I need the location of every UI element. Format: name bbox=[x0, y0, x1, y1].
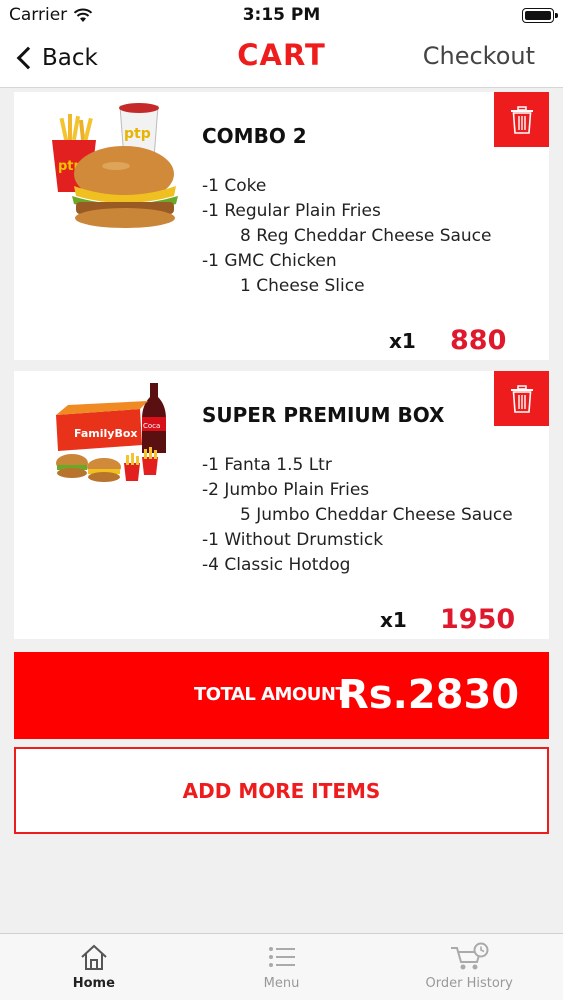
cart-item: Coca FamilyBox SUPER PREMIUM BOX -1 Fant… bbox=[14, 371, 549, 639]
item-name: COMBO 2 bbox=[202, 124, 307, 148]
item-quantity: x1 bbox=[389, 329, 416, 353]
trash-icon bbox=[510, 105, 533, 134]
add-more-items-button[interactable]: ADD MORE ITEMS bbox=[14, 747, 549, 834]
item-detail-line: -1 Coke bbox=[202, 176, 267, 196]
item-price: 1950 bbox=[440, 604, 516, 635]
back-button[interactable]: Back bbox=[14, 40, 98, 76]
combo-2-image: ptp ptp bbox=[52, 103, 178, 228]
item-detail-line: -1 GMC Chicken bbox=[202, 251, 337, 271]
delete-item-button[interactable] bbox=[494, 92, 549, 147]
battery-icon bbox=[522, 7, 558, 23]
tab-order-history[interactable]: Order History bbox=[375, 934, 563, 1000]
wifi-icon bbox=[73, 8, 93, 22]
svg-text:ptp: ptp bbox=[124, 126, 151, 142]
tab-label: Menu bbox=[263, 976, 300, 991]
chevron-left-icon bbox=[16, 46, 40, 70]
tab-home[interactable]: Home bbox=[0, 934, 188, 1000]
svg-text:FamilyBox: FamilyBox bbox=[74, 427, 138, 440]
total-amount-label: TOTAL AMOUNT bbox=[194, 684, 348, 705]
tab-bar: Home Menu Order History bbox=[0, 933, 563, 1000]
total-amount-bar: TOTAL AMOUNT Rs.2830 bbox=[14, 652, 549, 739]
svg-text:Coca: Coca bbox=[143, 422, 160, 430]
tab-label: Home bbox=[72, 976, 115, 991]
trash-icon bbox=[510, 384, 533, 413]
item-detail-line: -1 Fanta 1.5 Ltr bbox=[202, 455, 332, 475]
item-details: -1 Fanta 1.5 Ltr -2 Jumbo Plain Fries 5 … bbox=[202, 453, 513, 578]
item-detail-subline: 1 Cheese Slice bbox=[240, 276, 365, 296]
item-detail-line: -1 Regular Plain Fries bbox=[202, 201, 381, 221]
total-amount-value: Rs.2830 bbox=[338, 672, 520, 718]
nav-bar: Back CART Checkout bbox=[0, 30, 563, 88]
super-premium-box-image: Coca FamilyBox bbox=[56, 383, 166, 482]
item-price: 880 bbox=[450, 325, 507, 356]
item-name: SUPER PREMIUM BOX bbox=[202, 403, 445, 427]
item-detail-subline: 8 Reg Cheddar Cheese Sauce bbox=[240, 226, 492, 246]
delete-item-button[interactable] bbox=[494, 371, 549, 426]
item-details: -1 Coke -1 Regular Plain Fries 8 Reg Che… bbox=[202, 174, 492, 299]
tab-menu[interactable]: Menu bbox=[188, 934, 376, 1000]
checkout-button[interactable]: Checkout bbox=[423, 42, 535, 70]
status-left: Carrier bbox=[9, 5, 93, 25]
cart-item: ptp ptp COMBO 2 -1 Coke -1 Regular Plain… bbox=[14, 92, 549, 360]
item-detail-line: -2 Jumbo Plain Fries bbox=[202, 480, 370, 500]
menu-list-icon bbox=[268, 947, 295, 967]
back-label: Back bbox=[42, 45, 98, 71]
home-icon bbox=[81, 944, 107, 970]
status-bar: Carrier 3:15 PM bbox=[0, 0, 563, 30]
item-quantity: x1 bbox=[380, 608, 407, 632]
item-detail-subline: 5 Jumbo Cheddar Cheese Sauce bbox=[240, 505, 513, 525]
tab-label: Order History bbox=[425, 976, 513, 991]
carrier-label: Carrier bbox=[9, 5, 68, 25]
item-detail-line: -1 Without Drumstick bbox=[202, 530, 384, 550]
item-detail-line: -4 Classic Hotdog bbox=[202, 555, 351, 575]
cart-clock-icon bbox=[451, 942, 489, 970]
